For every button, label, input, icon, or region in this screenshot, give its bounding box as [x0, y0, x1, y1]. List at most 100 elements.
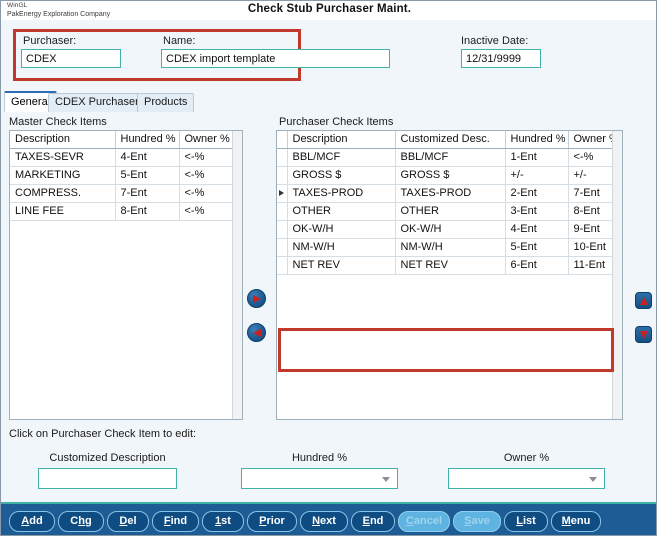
table-row[interactable]: NET REV NET REV 6-Ent 11-Ent	[277, 256, 622, 275]
prior-button[interactable]: Prior	[247, 511, 297, 532]
name-label: Name:	[163, 35, 196, 47]
row-marker-header	[277, 131, 288, 149]
tab-products[interactable]: Products	[137, 93, 195, 112]
move-up-icon-button[interactable]	[635, 292, 652, 309]
check-items-panel: Master Check Items Description Hundred %…	[1, 112, 656, 424]
cell-description: BBL/MCF	[287, 148, 396, 167]
cell-description: NM-W/H	[287, 238, 396, 257]
arrow-right-icon	[252, 294, 261, 303]
move-down-icon-button[interactable]	[635, 326, 652, 343]
list-button[interactable]: List	[504, 511, 548, 532]
row-marker-cell	[277, 202, 288, 221]
table-row[interactable]: GROSS $ GROSS $ +/- +/-	[277, 166, 622, 185]
arrow-down-icon	[639, 330, 648, 339]
cell-description: MARKETING	[10, 166, 116, 185]
purchaser-check-items-label: Purchaser Check Items	[279, 116, 394, 128]
tab-cdex-purchaser[interactable]: CDEX Purchaser	[48, 93, 146, 112]
end-button[interactable]: End	[351, 511, 395, 532]
table-row[interactable]: NM-W/H NM-W/H 5-Ent 10-Ent	[277, 238, 622, 257]
table-row[interactable]: COMPRESS. 7-Ent <-%	[10, 184, 242, 203]
table-header-row: Description Hundred % Owner %	[10, 131, 242, 149]
purchaser-check-items-grid[interactable]: Description Customized Desc. Hundred % O…	[276, 130, 623, 420]
arrow-left-icon	[252, 328, 261, 337]
master-check-items-grid[interactable]: Description Hundred % Owner % TAXES-SEVR…	[9, 130, 243, 420]
table-row[interactable]: MARKETING 5-Ent <-%	[10, 166, 242, 185]
next-button[interactable]: Next	[300, 511, 348, 532]
cell-description: TAXES-SEVR	[10, 148, 116, 167]
action-button-bar: Add Chg Del Find 1st Prior Next End Cancel Save Li…	[1, 502, 656, 535]
cell-customized-desc: BBL/MCF	[395, 148, 506, 167]
table-row[interactable]: OTHER OTHER 3-Ent 8-Ent	[277, 202, 622, 221]
table-row[interactable]: BBL/MCF BBL/MCF 1-Ent <-%	[277, 148, 622, 167]
master-check-items-label: Master Check Items	[9, 116, 107, 128]
menu-button[interactable]: Menu	[551, 511, 601, 532]
cell-customized-desc: NET REV	[395, 256, 506, 275]
row-marker-cell	[277, 148, 288, 167]
cell-hundred-pct: 1-Ent	[505, 148, 569, 167]
cell-customized-desc: GROSS $	[395, 166, 506, 185]
cancel-button: Cancel	[398, 511, 450, 532]
purchaser-input[interactable]	[21, 49, 121, 68]
check-stub-purchaser-maint-window: WinGL PakEnergy Exploration Company Chec…	[0, 0, 657, 536]
tab-strip: General CDEX Purchaser Products	[1, 90, 656, 114]
cell-hundred-pct: 4-Ent	[505, 220, 569, 239]
inactive-date-input[interactable]	[461, 49, 541, 68]
save-button: Save	[453, 511, 501, 532]
cell-description: GROSS $	[287, 166, 396, 185]
row-marker-cell	[277, 220, 288, 239]
owner-pct-dropdown[interactable]	[448, 468, 605, 489]
edit-item-area: Click on Purchaser Check Item to edit: C…	[1, 424, 656, 502]
table-header-row: Description Customized Desc. Hundred % O…	[277, 131, 622, 149]
column-header-description: Description	[10, 131, 116, 149]
purchaser-grid-scrollbar[interactable]	[612, 131, 622, 419]
move-right-icon-button[interactable]	[247, 289, 266, 308]
del-button[interactable]: Del	[107, 511, 149, 532]
arrow-up-icon	[639, 296, 648, 305]
1st-button[interactable]: 1st	[202, 511, 244, 532]
table-row[interactable]: LINE FEE 8-Ent <-%	[10, 202, 242, 221]
column-header-customized-desc: Customized Desc.	[395, 131, 506, 149]
table-row[interactable]: OK-W/H OK-W/H 4-Ent 9-Ent	[277, 220, 622, 239]
edit-hint-text: Click on Purchaser Check Item to edit:	[9, 428, 197, 440]
cell-hundred-pct: +/-	[505, 166, 569, 185]
customized-description-input[interactable]	[38, 468, 177, 489]
cell-hundred-pct: 7-Ent	[115, 184, 180, 203]
row-marker-cell	[277, 256, 288, 275]
cell-hundred-pct: 5-Ent	[505, 238, 569, 257]
header-fields-area: Purchaser: Name: Inactive Date:	[1, 20, 656, 90]
cell-hundred-pct: 5-Ent	[115, 166, 180, 185]
cell-hundred-pct: 6-Ent	[505, 256, 569, 275]
cell-customized-desc: OK-W/H	[395, 220, 506, 239]
chevron-down-icon	[589, 476, 597, 482]
column-header-hundred-pct: Hundred %	[505, 131, 569, 149]
row-marker-cell	[277, 166, 288, 185]
add-button[interactable]: Add	[9, 511, 55, 532]
customized-description-label: Customized Description	[49, 452, 166, 464]
chevron-down-icon	[382, 476, 390, 482]
master-grid-scrollbar[interactable]	[232, 131, 242, 419]
table-row[interactable]: TAXES-SEVR 4-Ent <-%	[10, 148, 242, 167]
cell-hundred-pct: 3-Ent	[505, 202, 569, 221]
current-row-indicator-icon	[279, 189, 284, 196]
hundred-pct-label: Hundred %	[291, 452, 348, 464]
title-bar: WinGL PakEnergy Exploration Company Chec…	[1, 1, 656, 21]
cell-description: NET REV	[287, 256, 396, 275]
cell-hundred-pct: 8-Ent	[115, 202, 180, 221]
find-button[interactable]: Find	[152, 511, 199, 532]
hundred-pct-dropdown[interactable]	[241, 468, 398, 489]
column-header-description: Description	[287, 131, 396, 149]
move-left-icon-button[interactable]	[247, 323, 266, 342]
row-marker-cell	[277, 184, 288, 203]
row-marker-cell	[277, 238, 288, 257]
table-row[interactable]: TAXES-PROD TAXES-PROD 2-Ent 7-Ent	[277, 184, 622, 203]
inactive-date-label: Inactive Date:	[461, 35, 529, 47]
chg-button[interactable]: Chg	[58, 511, 104, 532]
page-title: Check Stub Purchaser Maint.	[247, 3, 412, 15]
cell-description: COMPRESS.	[10, 184, 116, 203]
column-header-hundred-pct: Hundred %	[115, 131, 180, 149]
cell-description: OK-W/H	[287, 220, 396, 239]
cell-hundred-pct: 4-Ent	[115, 148, 180, 167]
name-input[interactable]	[161, 49, 390, 68]
owner-pct-label: Owner %	[503, 452, 550, 464]
cell-description: TAXES-PROD	[287, 184, 396, 203]
